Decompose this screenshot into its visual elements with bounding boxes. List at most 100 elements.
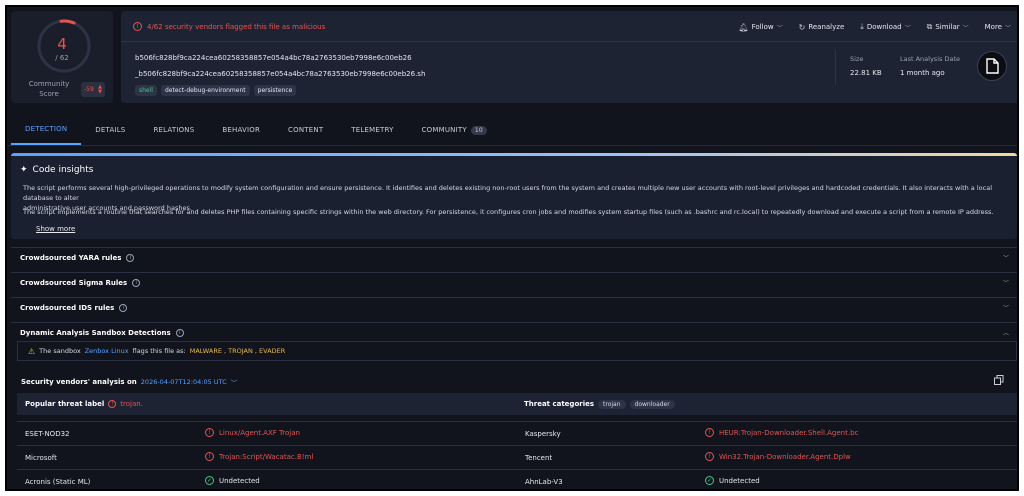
insights-accent-bar bbox=[11, 153, 1017, 156]
meta-divider bbox=[835, 49, 836, 85]
copy-icon[interactable] bbox=[994, 375, 1004, 385]
tag-detect-debug-environment[interactable]: detect-debug-environment bbox=[160, 85, 250, 96]
similar-icon: ⧉ bbox=[926, 22, 933, 31]
more-button[interactable]: More ﹀ bbox=[985, 22, 1011, 32]
tag-persistence[interactable]: persistence bbox=[253, 85, 297, 96]
tab-content[interactable]: CONTENT bbox=[274, 115, 337, 145]
alert-icon: ! bbox=[205, 452, 214, 461]
chevron-down-icon[interactable]: ﹀ bbox=[231, 377, 238, 387]
file-hash[interactable]: b506fc828bf9ca224cea60258358857e054a4bc7… bbox=[135, 54, 412, 62]
chevron-down-icon: ﹀ bbox=[962, 24, 969, 32]
insights-title: ✦ Code insights bbox=[20, 165, 94, 175]
info-icon[interactable]: i bbox=[126, 253, 135, 262]
check-icon: ✓ bbox=[205, 476, 214, 485]
section-yara-rules[interactable]: Crowdsourced YARA rules i ﹀ bbox=[11, 247, 1017, 267]
analysis-date-dropdown[interactable]: 2026-04-07T12:04:05 UTC bbox=[141, 378, 227, 386]
vendor-result: ✓ Undetected bbox=[205, 476, 260, 485]
table-row: Acronis (Static ML) ✓ Undetected AhnLab-… bbox=[17, 469, 1017, 489]
vendor-result: ✓ Undetected bbox=[705, 476, 760, 485]
refresh-icon: ↻ bbox=[798, 22, 806, 32]
chevron-down-icon: ﹀ bbox=[776, 24, 783, 32]
virustotal-page: 4 / 62 Community Score -59 ▲ ▼ ! 4/62 sec… bbox=[5, 5, 1019, 491]
main-tabs: DETECTION DETAILS RELATIONS BEHAVIOR CON… bbox=[11, 115, 501, 145]
file-size: Size 22.81 KB bbox=[850, 55, 882, 77]
community-score-badge[interactable]: -59 ▲ ▼ bbox=[81, 82, 105, 97]
alert-icon: ! bbox=[108, 400, 117, 408]
sandbox-name-link[interactable]: Zenbox Linux bbox=[85, 347, 129, 355]
tab-detection[interactable]: DETECTION bbox=[11, 115, 82, 145]
tag-shell[interactable]: shell bbox=[135, 85, 157, 96]
show-more-link[interactable]: Show more bbox=[36, 225, 75, 233]
file-name[interactable]: _b506fc828bf9ca224cea60258358857e054a4bc… bbox=[135, 70, 425, 78]
tab-behavior[interactable]: BEHAVIOR bbox=[208, 115, 274, 145]
check-icon: ✓ bbox=[705, 476, 714, 485]
section-sigma-rules[interactable]: Crowdsourced Sigma Rules i ﹀ bbox=[11, 272, 1017, 292]
alert-text: 4/62 security vendors flagged this file … bbox=[147, 22, 326, 31]
chevron-down-icon: ﹀ bbox=[1002, 280, 1009, 287]
vendor-name: Kaspersky bbox=[525, 430, 561, 438]
info-icon[interactable]: i bbox=[132, 278, 141, 287]
insights-paragraph-2: The script implements a routine that sea… bbox=[23, 208, 994, 216]
download-icon: ⤓ bbox=[860, 22, 864, 31]
chevron-down-icon: ﹀ bbox=[1004, 24, 1011, 32]
info-icon[interactable]: i bbox=[119, 303, 128, 312]
threat-categories: Threat categories trojan downloader bbox=[524, 399, 675, 409]
vendor-name: Microsoft bbox=[25, 454, 57, 462]
table-row: ESET-NOD32 ! Linux/Agent.AXF Trojan Kasp… bbox=[17, 421, 1017, 445]
chevron-down-icon: ﹀ bbox=[1002, 255, 1009, 262]
download-button[interactable]: ⤓ Download ﹀ bbox=[860, 22, 910, 32]
warning-icon: ⚠ bbox=[28, 346, 36, 356]
section-sandbox-detections[interactable]: Dynamic Analysis Sandbox Detections i ︿ bbox=[11, 322, 1017, 342]
community-score-value: -59 bbox=[84, 86, 94, 93]
code-insights-panel: ✦ Code insights The script performs seve… bbox=[11, 153, 1017, 239]
file-tags: shell detect-debug-environment persisten… bbox=[135, 85, 297, 96]
category-tag[interactable]: trojan bbox=[598, 399, 626, 409]
reanalyze-button[interactable]: ↻ Reanalyze bbox=[799, 22, 845, 32]
vendor-result: ! HEUR:Trojan-Downloader.Shell.Agent.bc bbox=[705, 428, 858, 437]
vendor-result: ! Win32.Trojan-Downloader.Agent.Dplw bbox=[705, 452, 851, 461]
alert-icon: ! bbox=[133, 22, 142, 31]
alert-icon: ! bbox=[205, 428, 214, 437]
detection-score-card: 4 / 62 Community Score -59 ▲ ▼ bbox=[11, 11, 113, 103]
sparkle-icon: ✦ bbox=[20, 165, 28, 175]
vendor-result: ! Linux/Agent.AXF Trojan bbox=[205, 428, 300, 437]
tab-relations[interactable]: RELATIONS bbox=[139, 115, 208, 145]
chevron-up-icon: ︿ bbox=[1002, 330, 1009, 337]
file-actions: 🔔︎ Follow ﹀ ↻ Reanalyze ⤓ Download ﹀ ⧉ S… bbox=[738, 22, 1011, 32]
follow-button[interactable]: 🔔︎ Follow ﹀ bbox=[738, 22, 782, 32]
tab-details[interactable]: DETAILS bbox=[81, 115, 139, 145]
header-divider bbox=[121, 41, 1017, 42]
chevron-down-icon: ﹀ bbox=[1002, 305, 1009, 312]
tabs-divider bbox=[7, 145, 1017, 146]
category-tag[interactable]: downloader bbox=[629, 399, 675, 409]
chevron-down-icon: ﹀ bbox=[904, 24, 911, 32]
info-icon[interactable]: i bbox=[175, 328, 184, 337]
sandbox-detection-row: ⚠ The sandbox Zenbox Linux flags this fi… bbox=[17, 341, 1017, 361]
tab-telemetry[interactable]: TELEMETRY bbox=[337, 115, 407, 145]
vote-arrows-icon[interactable]: ▲ ▼ bbox=[98, 84, 102, 95]
threat-summary-bar: Popular threat label ! trojan. Threat ca… bbox=[17, 393, 1017, 415]
sandbox-flags: MALWARE , TROJAN , EVADER bbox=[189, 347, 286, 355]
detections-total: / 62 bbox=[55, 54, 69, 62]
file-info-card: ! 4/62 security vendors flagged this fil… bbox=[121, 11, 1017, 103]
malicious-alert: ! 4/62 security vendors flagged this fil… bbox=[133, 22, 325, 31]
vendor-result: ! Trojan:Script/Wacatac.B!ml bbox=[205, 452, 313, 461]
last-analysis-date: Last Analysis Date 1 month ago bbox=[900, 55, 960, 77]
table-row: Microsoft ! Trojan:Script/Wacatac.B!ml T… bbox=[17, 445, 1017, 469]
file-type-icon bbox=[977, 51, 1007, 81]
vendors-analysis-header: Security vendors' analysis on 2026-04-07… bbox=[21, 377, 238, 387]
community-score-label: Community Score bbox=[28, 80, 70, 98]
popular-threat-label: Popular threat label ! trojan. bbox=[25, 400, 143, 408]
similar-button[interactable]: ⧉ Similar ﹀ bbox=[927, 22, 969, 32]
vendor-name: Tencent bbox=[525, 454, 553, 462]
alert-icon: ! bbox=[705, 428, 714, 437]
section-ids-rules[interactable]: Crowdsourced IDS rules i ﹀ bbox=[11, 297, 1017, 317]
vendor-name: AhnLab-V3 bbox=[525, 478, 563, 486]
community-count-badge: 10 bbox=[470, 125, 487, 135]
bell-icon: 🔔︎ bbox=[738, 22, 749, 32]
vendor-name: ESET-NOD32 bbox=[25, 430, 70, 438]
vendor-name: Acronis (Static ML) bbox=[25, 478, 91, 486]
alert-icon: ! bbox=[705, 452, 714, 461]
detections-count: 4 bbox=[57, 35, 67, 53]
tab-community[interactable]: COMMUNITY 10 bbox=[408, 115, 501, 145]
